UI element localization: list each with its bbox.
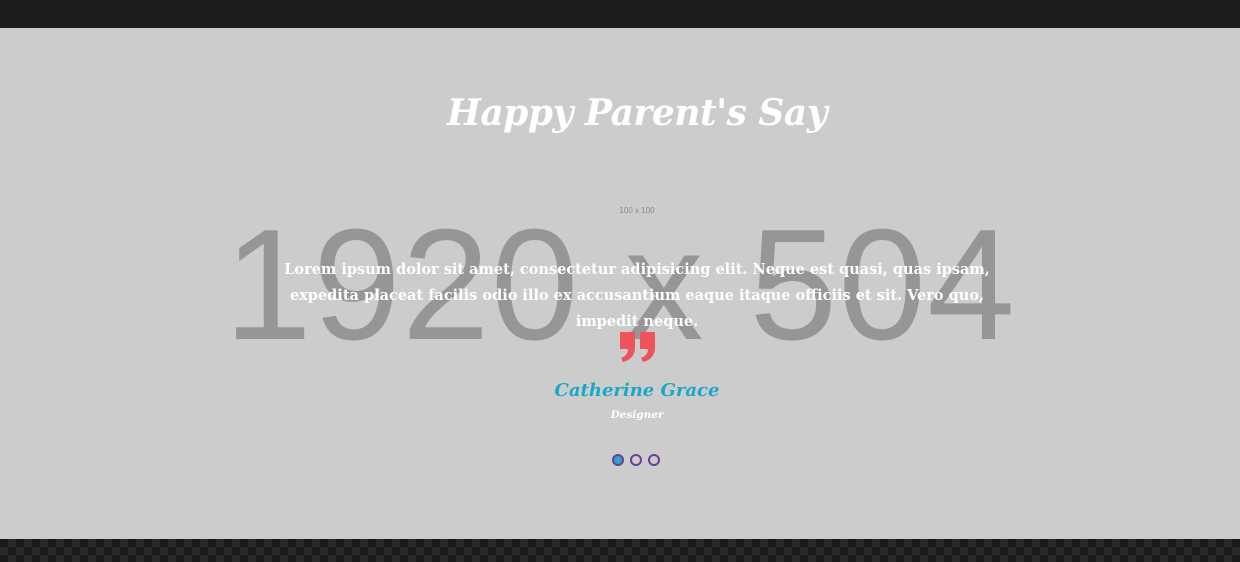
top-bar bbox=[0, 0, 1240, 28]
author-name: Catherine Grace bbox=[554, 380, 720, 401]
slider-pagination bbox=[612, 454, 660, 468]
section-title: Happy Parent's Say bbox=[446, 92, 828, 134]
avatar-placeholder: 100 x 100 bbox=[619, 206, 655, 215]
slider-dot-1[interactable] bbox=[612, 454, 624, 466]
testimonials-section: 1920 x 504 Happy Parent's Say 100 x 100 … bbox=[0, 28, 1240, 539]
quote-close-icon bbox=[620, 332, 655, 362]
footer-pattern bbox=[0, 539, 1240, 562]
slider-dot-3[interactable] bbox=[648, 454, 660, 466]
author-role: Designer bbox=[610, 409, 664, 421]
testimonial-quote: Lorem ipsum dolor sit amet, consectetur … bbox=[284, 261, 990, 330]
slider-dot-2[interactable] bbox=[630, 454, 642, 466]
